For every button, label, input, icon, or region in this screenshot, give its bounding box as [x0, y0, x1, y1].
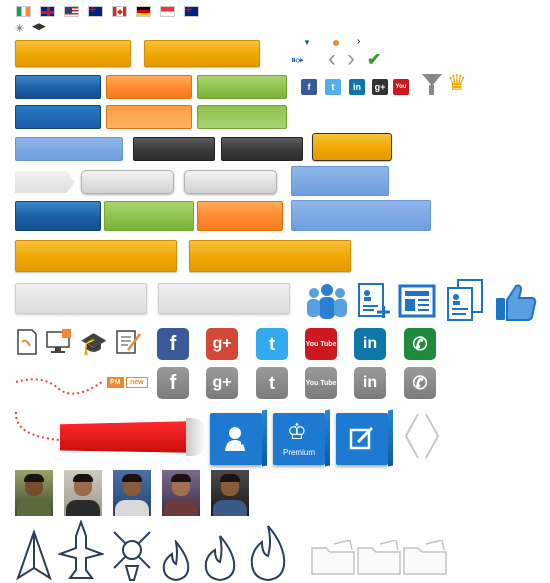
flag-australia-icon[interactable]	[88, 6, 103, 17]
chevron-left-icon[interactable]: ‹	[328, 47, 336, 71]
blue-button-2[interactable]	[15, 105, 101, 129]
graduation-cap-icon[interactable]: 🎓	[80, 331, 107, 357]
flame-large-icon[interactable]	[244, 524, 292, 582]
folder-icon-1[interactable]	[310, 540, 356, 576]
flag-germany-icon[interactable]	[136, 6, 151, 17]
crown-icon[interactable]: ♛	[447, 70, 467, 96]
pm-badge: PM	[107, 377, 124, 388]
flag-singapore-icon[interactable]	[160, 6, 175, 17]
paper-plane-icon[interactable]	[14, 530, 54, 582]
twitter-small-icon[interactable]: t	[325, 79, 341, 95]
edit-notes-icon[interactable]	[114, 328, 142, 356]
dotted-arrow-icon	[15, 378, 103, 395]
documents-profile-icon[interactable]	[444, 278, 486, 324]
caret-down-icon[interactable]: ▼	[303, 38, 311, 47]
yellow-button-outlined[interactable]	[312, 133, 392, 161]
add-user-sticker[interactable]	[210, 413, 262, 465]
computer-monitor-icon[interactable]	[45, 328, 73, 356]
flame-medium-icon[interactable]	[200, 534, 240, 582]
flag-us-icon[interactable]	[64, 6, 79, 17]
avatar-1[interactable]	[15, 470, 53, 516]
flag-canada-icon[interactable]	[112, 6, 127, 17]
facebook-small-icon[interactable]: f	[301, 79, 317, 95]
light-gray-button-2[interactable]	[158, 283, 290, 314]
yellow-button-2[interactable]	[144, 40, 260, 67]
facebook-gray-icon[interactable]: f	[157, 367, 189, 399]
arrow-left-right-icon[interactable]: ◀▶	[32, 21, 46, 32]
new-badge: new	[126, 377, 148, 388]
youtube-icon[interactable]: You Tube	[305, 328, 337, 360]
light-gray-button-1[interactable]	[15, 283, 147, 314]
yellow-button-1[interactable]	[15, 40, 131, 67]
filter-stem-icon	[429, 85, 434, 95]
whatsapp-gray-icon[interactable]: ✆	[404, 367, 436, 399]
folder-icon-2[interactable]	[356, 540, 402, 576]
whatsapp-icon[interactable]: ✆	[404, 328, 436, 360]
linkedin-small-icon[interactable]: in	[349, 79, 365, 95]
dark-button-1[interactable]	[133, 137, 215, 161]
crown-outline-icon: ♔	[287, 419, 307, 444]
edit-sticker[interactable]	[336, 413, 388, 465]
dark-button-2[interactable]	[221, 137, 303, 161]
linkedin-gray-icon[interactable]: in	[354, 367, 386, 399]
google-plus-small-icon[interactable]: g+	[372, 79, 388, 95]
green-button-1[interactable]	[197, 75, 287, 99]
chevron-right-icon[interactable]: ›	[347, 47, 355, 71]
orange-button-2[interactable]	[106, 105, 192, 129]
angle-brackets-icon[interactable]	[402, 412, 442, 460]
youtube-small-icon[interactable]: You	[393, 79, 409, 95]
avatar-3[interactable]	[113, 470, 151, 516]
satellite-icon[interactable]	[110, 526, 154, 582]
dotted-curve-icon	[14, 411, 61, 441]
blue-button-3[interactable]	[15, 201, 101, 231]
green-button-2[interactable]	[197, 105, 287, 129]
document-edit-icon[interactable]	[14, 328, 40, 356]
blue-button-1[interactable]	[15, 75, 101, 99]
avatar-2[interactable]	[64, 470, 102, 516]
premium-sticker[interactable]: ♔ Premium	[273, 413, 325, 465]
gray-button-2[interactable]	[184, 170, 277, 194]
pager-controls-icon[interactable]: ⏸‹›▸	[291, 55, 304, 66]
flag-new-zealand-icon[interactable]	[184, 6, 199, 17]
flag-ireland-icon[interactable]	[16, 6, 31, 17]
twitter-gray-icon[interactable]: t	[256, 367, 288, 399]
folder-icon-3[interactable]	[402, 540, 448, 576]
avatar-4[interactable]	[162, 470, 200, 516]
flag-uk-icon[interactable]	[40, 6, 55, 17]
flame-small-icon[interactable]	[158, 540, 194, 582]
google-plus-gray-icon[interactable]: g+	[206, 367, 238, 399]
thumbs-up-icon[interactable]	[494, 282, 538, 322]
checkmark-icon: ✔	[367, 50, 382, 69]
orange-button-3[interactable]	[197, 201, 283, 231]
avatar-5[interactable]	[211, 470, 249, 516]
add-profile-document-icon[interactable]	[356, 282, 392, 320]
yellow-button-3[interactable]	[15, 240, 177, 272]
facebook-icon[interactable]: f	[157, 328, 189, 360]
light-blue-button-2[interactable]	[291, 166, 389, 196]
green-button-3[interactable]	[104, 201, 194, 231]
chevron-right-small-icon[interactable]: ›	[357, 36, 360, 47]
jet-plane-icon[interactable]	[58, 520, 104, 582]
newspaper-icon[interactable]	[398, 284, 436, 318]
youtube-gray-icon[interactable]: You Tube	[305, 367, 337, 399]
light-blue-button-3[interactable]	[291, 200, 431, 231]
loader-star-icon: ✳	[15, 23, 25, 35]
orange-button-1[interactable]	[106, 75, 192, 99]
yellow-button-4[interactable]	[189, 240, 351, 272]
torn-paper-red-banner	[60, 421, 200, 453]
gray-button-1[interactable]	[81, 170, 174, 194]
twitter-icon[interactable]: t	[256, 328, 288, 360]
linkedin-icon[interactable]: in	[354, 328, 386, 360]
google-plus-icon[interactable]: g+	[206, 328, 238, 360]
premium-label: Premium	[282, 448, 315, 457]
users-group-icon[interactable]	[304, 282, 350, 320]
light-blue-button-1[interactable]	[15, 137, 123, 161]
torn-paper-curl	[186, 418, 206, 456]
light-arrow-tag[interactable]	[15, 171, 75, 193]
